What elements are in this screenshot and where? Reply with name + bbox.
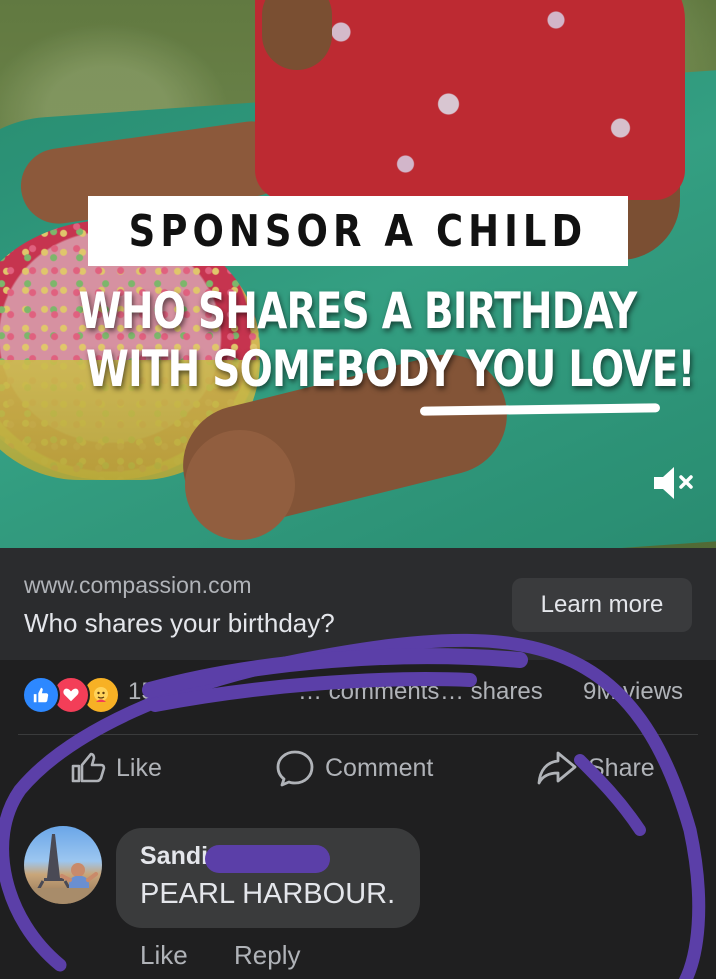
eiffel-tower-photo	[24, 834, 102, 904]
like-label: Like	[116, 753, 162, 782]
share-arrow-icon	[537, 751, 577, 785]
comment-like-link[interactable]: Like	[140, 940, 188, 971]
view-count: 9M views	[583, 678, 684, 705]
comment-author[interactable]: Sandi	[140, 842, 208, 871]
comment-bubble-icon	[276, 750, 314, 787]
like-reaction-icon	[22, 676, 60, 714]
avatar[interactable]	[24, 826, 102, 904]
reaction-icons[interactable]	[22, 676, 122, 714]
speaker-muted-icon[interactable]	[650, 463, 698, 503]
thumbs-up-icon	[71, 752, 106, 783]
share-button[interactable]: Share	[536, 746, 655, 790]
divider	[18, 734, 698, 735]
link-url: www.compassion.com	[24, 572, 252, 598]
sponsored-video[interactable]: SPONSOR A CHILD WHO SHARES A BIRTHDAY WI…	[0, 0, 716, 548]
comment-count[interactable]: … comments	[298, 678, 439, 706]
video-subline-1: WHO SHARES A BIRTHDAY	[79, 282, 638, 340]
video-headline: SPONSOR A CHILD	[128, 205, 588, 257]
share-label: Share	[588, 753, 655, 782]
like-button[interactable]: Like	[70, 746, 162, 790]
link-title[interactable]: Who shares your birthday?	[24, 608, 335, 639]
reaction-count[interactable]: 15K	[128, 678, 171, 706]
comment-label: Comment	[325, 753, 434, 782]
comment-button[interactable]: Comment	[275, 746, 433, 790]
share-count[interactable]: … shares	[440, 678, 543, 706]
engagement-stats: 15K … comments … shares 9M views	[0, 660, 716, 728]
comment-reply-link[interactable]: Reply	[234, 940, 300, 971]
redaction-scribble	[205, 845, 330, 873]
comment-text: PEARL HARBOUR.	[140, 878, 396, 910]
video-subline-2: WITH SOMEBODY YOU LOVE!	[85, 340, 696, 398]
learn-more-button[interactable]: Learn more	[512, 578, 692, 632]
headline-box: SPONSOR A CHILD	[88, 196, 628, 266]
